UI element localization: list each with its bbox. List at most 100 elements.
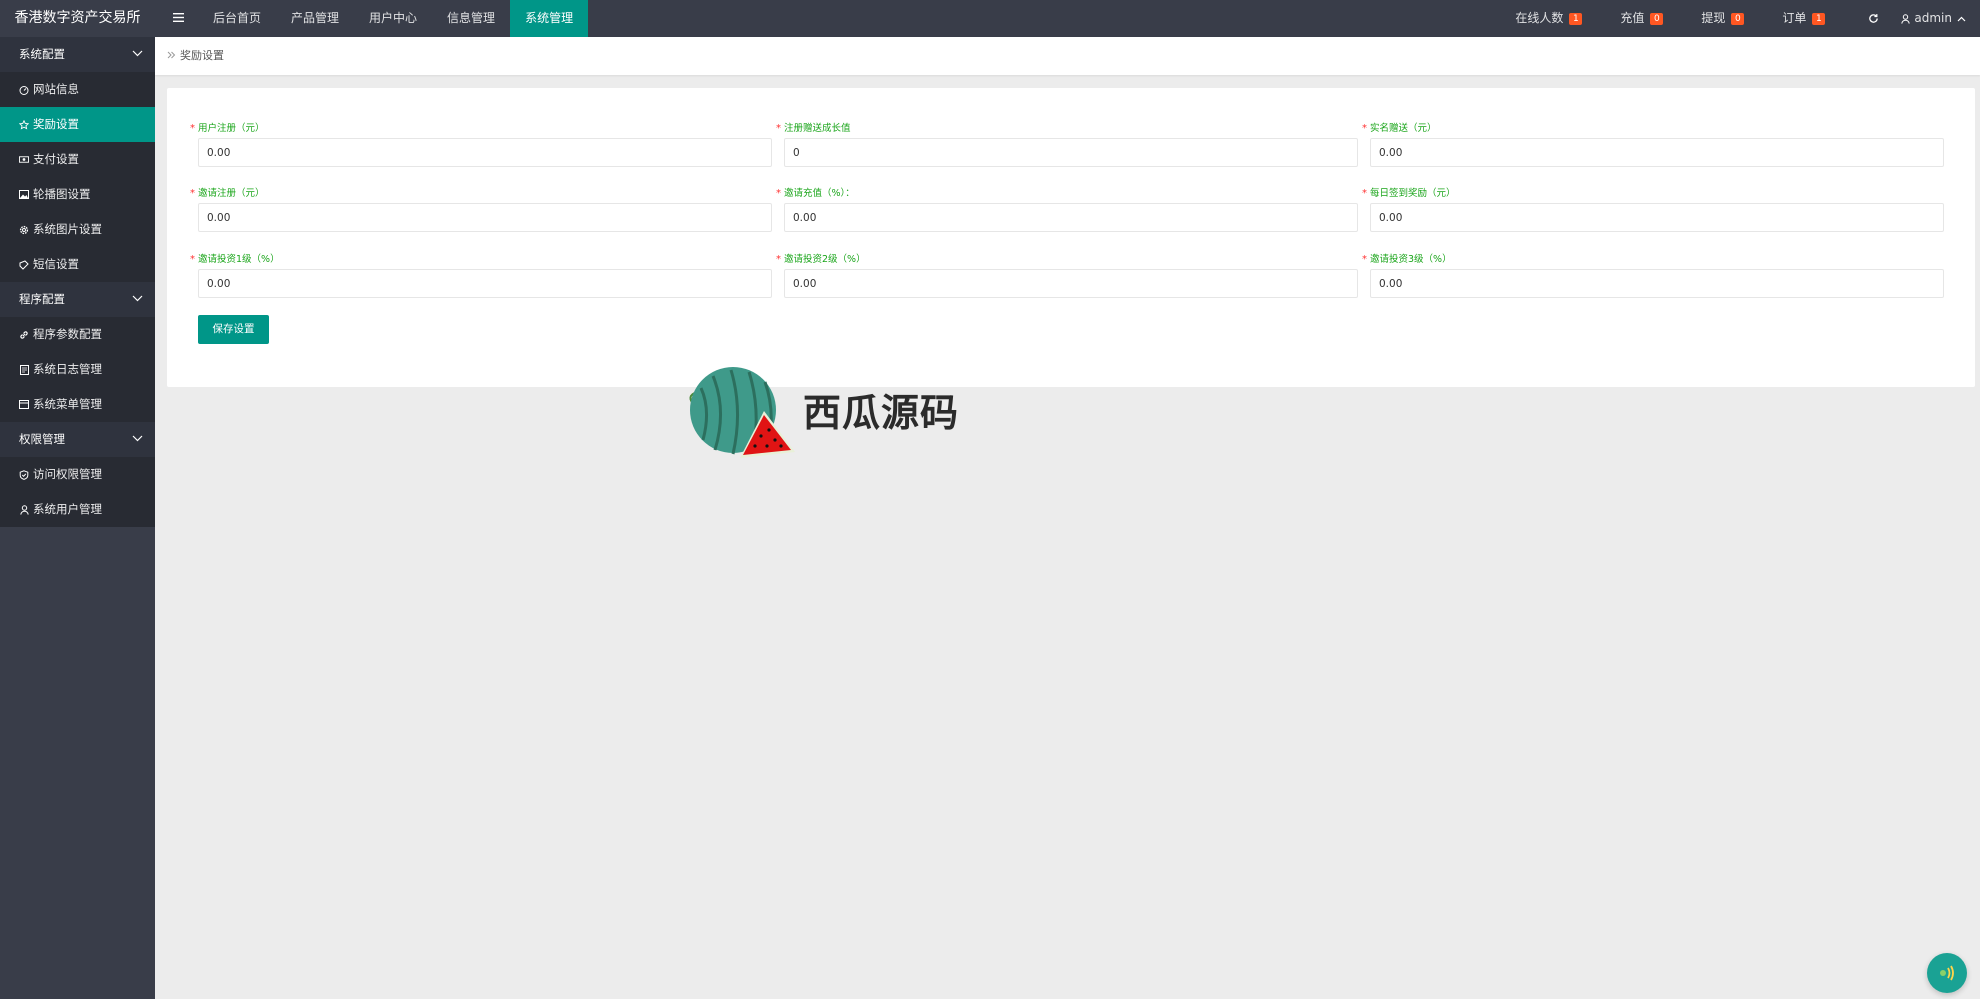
sidebar-item-system-image-settings[interactable]: 系统图片设置 [0,212,155,247]
sidebar-item-system-log[interactable]: 系统日志管理 [0,352,155,387]
sidebar-item-sms-settings[interactable]: 短信设置 [0,247,155,282]
stat-online-badge: 1 [1569,12,1583,25]
field-register-growth: * 注册赠送成长值 [776,122,1358,167]
invite-register-input[interactable] [198,203,772,232]
sidebar-item-carousel-settings[interactable]: 轮播图设置 [0,177,155,212]
stat-withdraw[interactable]: 提现 0 [1701,0,1745,37]
sidebar-group-permissions[interactable]: 权限管理 [0,422,155,457]
sidebar-item-label: 网站信息 [33,82,79,96]
field-label: 邀请投资1级（%） [198,254,280,265]
top-nav: 后台首页 产品管理 用户中心 信息管理 系统管理 [198,0,589,37]
field-label: 注册赠送成长值 [784,123,851,134]
invite-invest-3-input[interactable] [1370,269,1944,298]
invite-invest-2-input[interactable] [784,269,1358,298]
sidebar-item-label: 短信设置 [33,257,79,271]
required-asterisk: * [1362,254,1367,265]
user-register-input[interactable] [198,138,772,167]
required-asterisk: * [776,254,781,265]
refresh-icon[interactable] [1863,0,1883,37]
sidebar-group-system-config[interactable]: 系统配置 [0,37,155,72]
field-realname-gift: * 实名赠送（元） [1362,122,1944,167]
field-label: 邀请投资2级（%） [784,254,866,265]
float-help-button[interactable] [1927,953,1967,993]
sidebar-item-label: 访问权限管理 [33,467,102,481]
chevron-down-icon [132,295,143,302]
double-chevron-right-icon [167,37,176,75]
gear-icon [19,225,29,235]
required-asterisk: * [190,254,195,265]
required-asterisk: * [1362,188,1367,199]
breadcrumb-current: 奖励设置 [180,49,224,62]
sidebar-item-payment-settings[interactable]: 支付设置 [0,142,155,177]
breadcrumb: 奖励设置 [167,37,224,75]
menu-toggle-icon[interactable] [167,0,189,37]
brand-title: 香港数字资产交易所 [0,0,155,37]
sidebar-item-label: 程序参数配置 [33,327,102,341]
sidebar-item-label: 系统日志管理 [33,362,102,376]
top-bar: 香港数字资产交易所 后台首页 产品管理 用户中心 信息管理 系统管理 在线人数 … [0,0,1980,37]
stat-withdraw-label: 提现 [1701,11,1726,25]
required-asterisk: * [776,123,781,134]
watermelon-logo [689,367,795,458]
sidebar-item-system-menu[interactable]: 系统菜单管理 [0,387,155,422]
chevron-down-icon [132,50,143,57]
stat-recharge[interactable]: 充值 0 [1620,0,1664,37]
nav-system[interactable]: 系统管理 [510,0,589,37]
sidebar-item-system-users[interactable]: 系统用户管理 [0,492,155,527]
chevron-down-icon [132,435,143,442]
field-label: 邀请投资3级（%） [1370,254,1452,265]
field-invite-recharge: * 邀请充值（%）： [776,187,1358,232]
nav-dashboard[interactable]: 后台首页 [198,0,276,37]
required-asterisk: * [1362,123,1367,134]
sidebar-item-program-params[interactable]: 程序参数配置 [0,317,155,352]
sidebar-item-access-permissions[interactable]: 访问权限管理 [0,457,155,492]
invite-invest-1-input[interactable] [198,269,772,298]
chevron-up-icon [1957,16,1966,21]
stat-online[interactable]: 在线人数 1 [1515,0,1583,37]
stat-online-label: 在线人数 [1515,11,1564,25]
table-icon [19,400,29,410]
stat-recharge-badge: 0 [1650,12,1664,25]
nav-products[interactable]: 产品管理 [276,0,354,37]
sidebar-group-program-config[interactable]: 程序配置 [0,282,155,317]
realname-gift-input[interactable] [1370,138,1944,167]
field-daily-checkin: * 每日签到奖励（元） [1362,187,1944,232]
nav-users[interactable]: 用户中心 [354,0,432,37]
required-asterisk: * [190,188,195,199]
sidebar-item-reward-settings[interactable]: 奖励设置 [0,107,155,142]
field-invite-invest-3: * 邀请投资3级（%） [1362,253,1944,298]
sidebar-item-label: 奖励设置 [33,117,79,131]
invite-recharge-input[interactable] [784,203,1358,232]
dashboard-icon [19,85,29,95]
stat-orders[interactable]: 订单 1 [1782,0,1826,37]
admin-menu[interactable]: admin [1901,0,1980,37]
stat-withdraw-badge: 0 [1731,12,1745,25]
register-growth-input[interactable] [784,138,1358,167]
sidebar-item-label: 系统用户管理 [33,502,102,516]
field-user-register: * 用户注册（元） [190,122,772,167]
sidebar-group-label: 程序配置 [19,292,65,306]
field-invite-invest-1: * 邀请投资1级（%） [190,253,772,298]
sidebar-group-label: 权限管理 [19,432,65,446]
field-label: 邀请注册（元） [198,188,265,199]
stat-orders-badge: 1 [1812,12,1826,25]
user-icon [19,504,29,515]
field-label: 实名赠送（元） [1370,123,1437,134]
user-icon [1901,13,1911,24]
sidebar-group-label: 系统配置 [19,47,65,61]
sidebar-item-label: 支付设置 [33,152,79,166]
save-settings-button[interactable]: 保存设置 [198,315,269,344]
stat-recharge-label: 充值 [1620,11,1645,25]
admin-name: admin [1914,11,1952,25]
watermark: 西瓜源码 [683,366,1003,461]
required-asterisk: * [776,188,781,199]
sound-icon [1940,965,1954,981]
daily-checkin-input[interactable] [1370,203,1944,232]
message-icon [19,259,29,270]
cash-icon [19,155,29,165]
field-invite-invest-2: * 邀请投资2级（%） [776,253,1358,298]
sidebar-item-site-info[interactable]: 网站信息 [0,72,155,107]
image-icon [19,190,29,200]
shield-icon [19,469,29,480]
nav-info[interactable]: 信息管理 [432,0,510,37]
